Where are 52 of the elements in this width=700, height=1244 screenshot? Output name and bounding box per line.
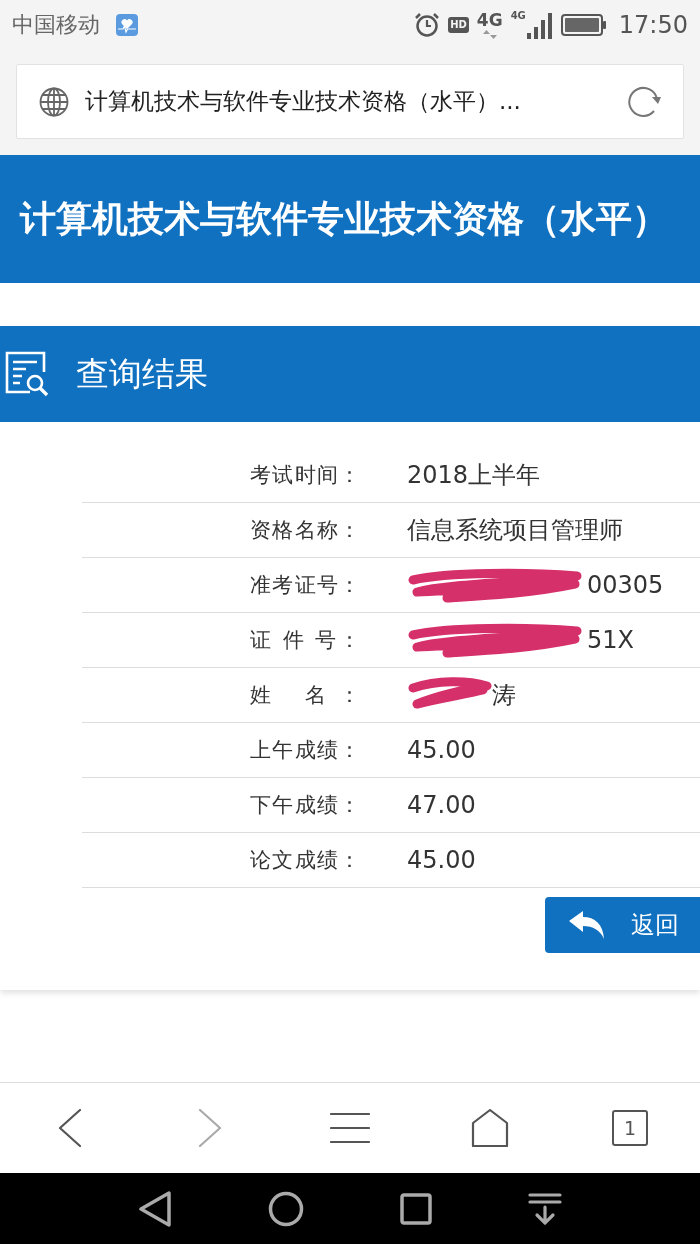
field-value: 51X (587, 626, 634, 654)
banner-title: 计算机技术与软件专业技术资格（水平） (20, 196, 668, 241)
back-icon (58, 1109, 82, 1147)
status-time: 17:50 (618, 11, 688, 39)
back-button[interactable] (58, 1109, 82, 1147)
field-value: 47.00 (407, 791, 476, 819)
recents-square-icon (400, 1192, 432, 1225)
address-bar[interactable]: 计算机技术与软件专业技术资格（水平）... (16, 64, 684, 139)
field-label: 上午成绩： (250, 737, 360, 764)
field-label: 论文成绩： (250, 847, 360, 874)
carrier-name: 中国移动 (12, 11, 100, 39)
field-value: 45.00 (407, 736, 476, 764)
alarm-clock-icon (414, 12, 441, 38)
document-search-icon (4, 350, 50, 398)
system-recents-button[interactable] (400, 1192, 432, 1225)
field-label: 下午成绩： (250, 792, 360, 819)
back-triangle-icon (138, 1190, 172, 1227)
tabs-button[interactable]: 1 (612, 1110, 648, 1146)
network-type-label: 4G (510, 11, 526, 21)
field-label: 考试时间： (250, 462, 360, 489)
field-value: 45.00 (407, 846, 476, 874)
signal-bars-icon (526, 11, 553, 39)
card-heading: 查询结果 (76, 352, 208, 395)
field-value: 涛 (492, 680, 516, 711)
home-icon (471, 1109, 509, 1147)
home-button[interactable] (471, 1109, 509, 1147)
menu-button[interactable] (330, 1112, 370, 1144)
field-value: 2018上半年 (407, 460, 541, 491)
system-pull-down-button[interactable] (528, 1191, 562, 1226)
forward-icon (198, 1109, 222, 1147)
pull-down-icon (528, 1191, 562, 1226)
field-label: 姓 名： (250, 682, 360, 709)
system-home-button[interactable] (268, 1190, 304, 1227)
globe-icon (39, 86, 69, 117)
home-circle-icon (268, 1190, 304, 1227)
reload-button[interactable] (627, 84, 663, 119)
field-label: 证 件 号： (250, 627, 360, 654)
reload-icon (627, 84, 663, 119)
field-value: 信息系统项目管理师 (407, 515, 623, 546)
page-title: 计算机技术与软件专业技术资格（水平）... (85, 87, 521, 116)
field-label: 准考证号： (250, 572, 360, 599)
field-label: 资格名称： (250, 517, 360, 544)
hd-indicator: HD (448, 17, 469, 33)
system-back-button[interactable] (138, 1190, 172, 1227)
return-button[interactable]: 返回 (545, 897, 700, 953)
field-value: 00305 (587, 571, 664, 599)
data-arrows-icon (482, 29, 497, 39)
network-type-label: 4G (476, 11, 503, 29)
reply-arrow-icon (569, 911, 605, 939)
menu-icon (330, 1112, 370, 1144)
heart-pulse-app-icon (116, 14, 138, 36)
battery-icon (560, 14, 607, 36)
